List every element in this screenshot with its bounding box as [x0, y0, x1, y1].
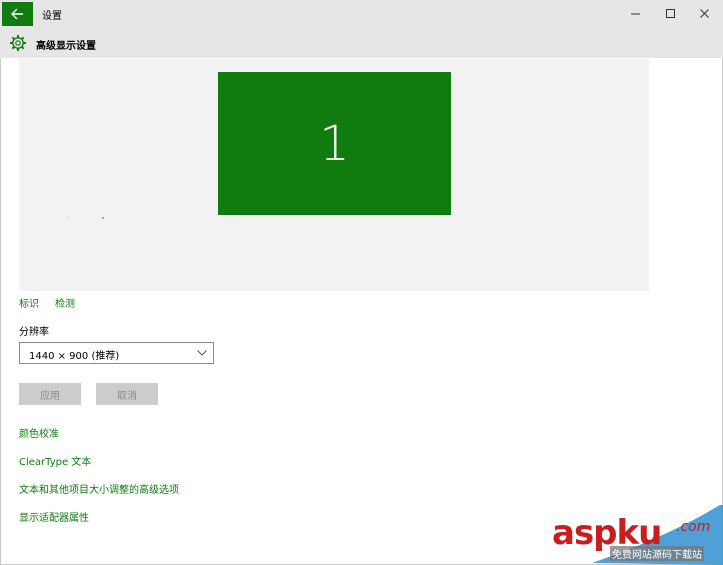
title-bar: 设置 [0, 0, 723, 28]
cleartype-link[interactable]: ClearType 文本 [19, 453, 91, 468]
identify-link[interactable]: 标识 [19, 295, 39, 310]
minimize-button[interactable] [621, 4, 651, 24]
preview-dot [68, 216, 70, 218]
color-calibration-link[interactable]: 颜色校准 [19, 425, 59, 440]
resolution-label: 分辨率 [19, 327, 49, 338]
app-title: 设置 [42, 11, 62, 22]
adapter-properties-link[interactable]: 显示适配器属性 [19, 509, 89, 524]
back-button[interactable] [2, 2, 33, 26]
preview-dot [102, 217, 104, 219]
maximize-icon [666, 9, 675, 18]
apply-button[interactable]: 应用 [19, 383, 81, 405]
close-icon [700, 9, 709, 18]
monitor-number: 1 [319, 115, 350, 172]
watermark-suffix: .com [676, 519, 711, 535]
minimize-icon [631, 13, 640, 15]
back-arrow-icon [11, 8, 23, 20]
close-button[interactable] [690, 4, 720, 24]
resolution-select[interactable]: 1440 × 900 (推荐) [19, 342, 214, 364]
watermark: aspku .com 免费网站源码下载站 [552, 505, 723, 565]
display-preview-area: 1 [19, 59, 649, 291]
watermark-subtitle: 免费网站源码下载站 [610, 546, 704, 561]
chevron-down-icon [197, 350, 207, 356]
monitor-1-tile[interactable]: 1 [218, 72, 451, 215]
maximize-button[interactable] [656, 4, 686, 24]
resolution-value: 1440 × 900 (推荐) [29, 351, 120, 362]
advanced-sizing-link[interactable]: 文本和其他项目大小调整的高级选项 [19, 481, 179, 496]
page-title: 高级显示设置 [36, 41, 96, 52]
detect-link[interactable]: 检测 [55, 295, 75, 310]
page-header: 高级显示设置 [0, 28, 723, 58]
cancel-button[interactable]: 取消 [96, 383, 158, 405]
gear-icon [10, 35, 26, 51]
